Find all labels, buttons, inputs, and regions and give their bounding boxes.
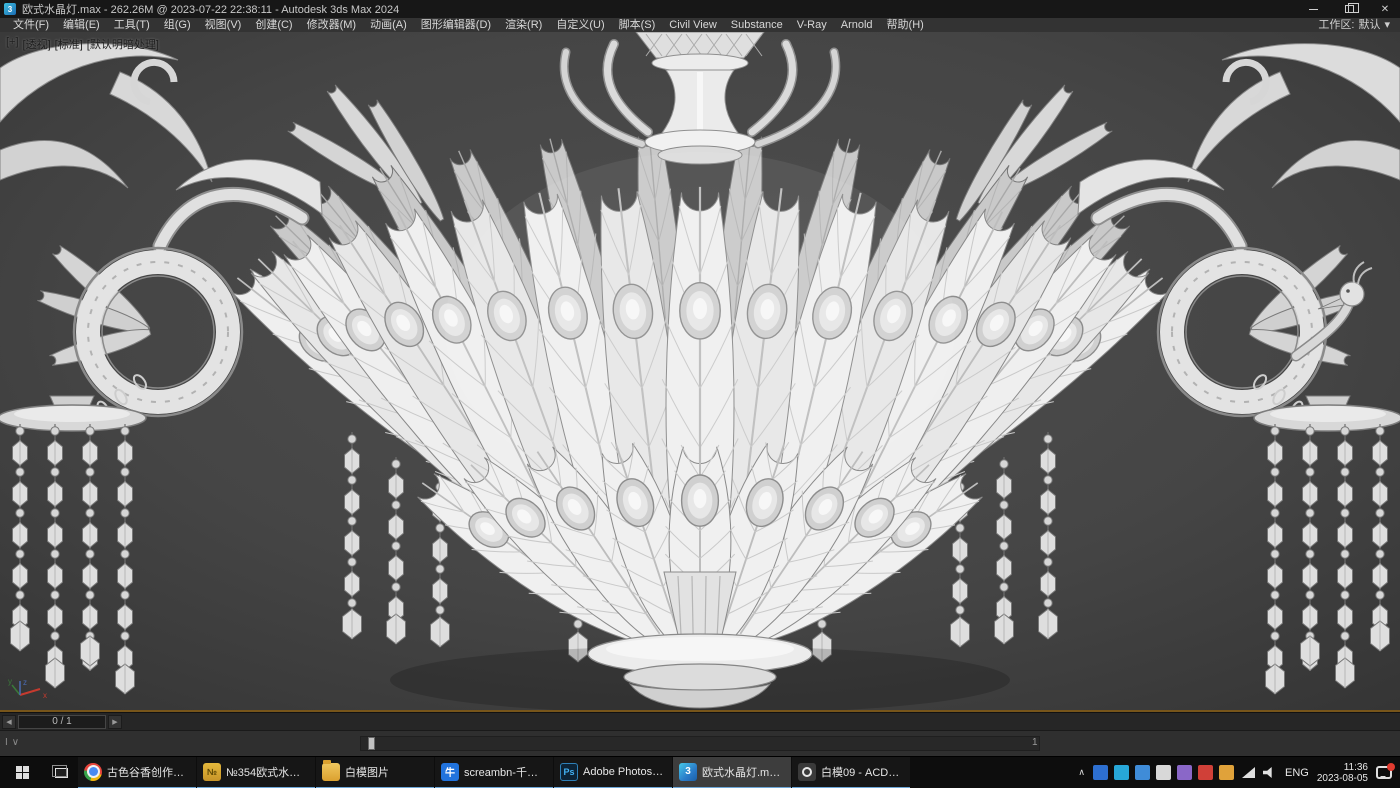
time-slider-bar: ◀ 0 / 1 ▶ bbox=[0, 712, 1400, 730]
next-frame-button[interactable]: ▶ bbox=[108, 715, 122, 729]
clock-date: 2023-08-05 bbox=[1317, 773, 1368, 784]
menu-item-13[interactable]: Substance bbox=[724, 18, 790, 32]
folder-icon bbox=[322, 763, 340, 781]
trackbar-filter-button[interactable]: ∨ bbox=[12, 737, 19, 748]
taskbar-app-photoshop[interactable]: Ps Adobe Photosho... bbox=[554, 757, 672, 788]
menu-item-7[interactable]: 动画(A) bbox=[363, 18, 414, 32]
perspective-viewport[interactable]: [+] [透视] [标准] [默认明暗处理] x y z bbox=[0, 32, 1400, 710]
time-slider-handle[interactable] bbox=[368, 737, 375, 750]
system-tray: ∧ ENG 11:36 2023-08-05 bbox=[1078, 762, 1400, 784]
task-view-button[interactable] bbox=[44, 757, 78, 788]
taskbar-app-label: screambn-千牛工... bbox=[464, 764, 547, 780]
network-icon[interactable] bbox=[1242, 767, 1255, 778]
trackbar-tools: I ∨ bbox=[5, 737, 19, 748]
3dsmax-icon: 3 bbox=[679, 763, 697, 781]
taskbar-app-folder[interactable]: 白模图片 bbox=[316, 757, 434, 788]
restore-icon bbox=[1345, 5, 1354, 13]
taskbar-app-label: 白模图片 bbox=[345, 764, 389, 780]
notes-icon: № bbox=[203, 763, 221, 781]
menu-item-12[interactable]: Civil View bbox=[662, 18, 723, 32]
title-bar: 3 欧式水晶灯.max - 262.26M @ 2023-07-22 22:38… bbox=[0, 0, 1400, 18]
clock-time: 11:36 bbox=[1317, 762, 1368, 773]
close-button[interactable]: ✕ bbox=[1370, 0, 1400, 18]
taskbar-app-3dsmax[interactable]: 3 欧式水晶灯.max - ... bbox=[673, 757, 791, 788]
messages-icon[interactable] bbox=[1376, 766, 1392, 779]
menu-item-8[interactable]: 图形编辑器(D) bbox=[414, 18, 498, 32]
menu-item-3[interactable]: 组(G) bbox=[157, 18, 198, 32]
tray-icon-3[interactable] bbox=[1135, 765, 1150, 780]
taskbar-app-label: Adobe Photosho... bbox=[583, 766, 666, 778]
windows-logo-icon bbox=[16, 766, 29, 779]
tray-icon-5[interactable] bbox=[1177, 765, 1192, 780]
workspace-caret-icon: ▾ bbox=[1384, 18, 1390, 32]
taskbar-app-chrome[interactable]: 古色谷香创作者主... bbox=[78, 757, 196, 788]
tray-icons bbox=[1093, 765, 1234, 780]
tray-icon-7[interactable] bbox=[1219, 765, 1234, 780]
taskbar-app-label: №354欧式水晶灯... bbox=[226, 764, 309, 780]
menu-item-10[interactable]: 自定义(U) bbox=[549, 18, 611, 32]
viewport-render-chandelier bbox=[0, 32, 1400, 710]
language-indicator[interactable]: ENG bbox=[1285, 767, 1309, 779]
menu-item-14[interactable]: V-Ray bbox=[790, 18, 834, 32]
menu-item-2[interactable]: 工具(T) bbox=[107, 18, 157, 32]
photoshop-icon: Ps bbox=[560, 763, 578, 781]
tray-icon-6[interactable] bbox=[1198, 765, 1213, 780]
axis-z-label: z bbox=[23, 678, 27, 687]
workspace-selector[interactable]: 工作区: 默认 ▾ bbox=[1318, 18, 1394, 32]
menu-item-9[interactable]: 渲染(R) bbox=[498, 18, 549, 32]
taskbar-app-acdsee[interactable]: 白模09 - ACDSee ... bbox=[792, 757, 910, 788]
menu-item-4[interactable]: 视图(V) bbox=[198, 18, 249, 32]
chrome-icon bbox=[84, 763, 102, 781]
menu-item-11[interactable]: 脚本(S) bbox=[612, 18, 663, 32]
menu-item-15[interactable]: Arnold bbox=[834, 18, 880, 32]
restore-button[interactable] bbox=[1334, 0, 1364, 18]
qianniu-icon: 牛 bbox=[441, 763, 459, 781]
taskbar-app-label: 古色谷香创作者主... bbox=[107, 764, 190, 780]
3dsmax-window: 3 欧式水晶灯.max - 262.26M @ 2023-07-22 22:38… bbox=[0, 0, 1400, 788]
axis-y-label: y bbox=[8, 677, 12, 686]
notification-badge bbox=[1387, 763, 1395, 771]
menu-items: 文件(F)编辑(E)工具(T)组(G)视图(V)创建(C)修改器(M)动画(A)… bbox=[6, 18, 931, 32]
app-icon-3dsmax: 3 bbox=[4, 3, 16, 15]
hidden-icons-chevron[interactable]: ∧ bbox=[1078, 767, 1085, 778]
axis-x-label: x bbox=[43, 691, 47, 700]
taskbar-app-notes[interactable]: № №354欧式水晶灯... bbox=[197, 757, 315, 788]
world-axis-gizmo: x y z bbox=[8, 676, 60, 704]
viewport-shading-menu[interactable]: [默认明暗处理] bbox=[87, 36, 159, 52]
taskbar-app-qianniu[interactable]: 牛 screambn-千牛工... bbox=[435, 757, 553, 788]
track-bar: I ∨ 1 bbox=[0, 730, 1400, 756]
current-frame-indicator[interactable]: 0 / 1 bbox=[18, 715, 106, 729]
taskbar-clock[interactable]: 11:36 2023-08-05 bbox=[1317, 762, 1368, 784]
open-mini-curve-editor-button[interactable]: I bbox=[5, 737, 8, 748]
workspace-label: 工作区: bbox=[1318, 18, 1354, 32]
acdsee-icon bbox=[798, 763, 816, 781]
menu-item-5[interactable]: 创建(C) bbox=[248, 18, 299, 32]
menu-bar: 文件(F)编辑(E)工具(T)组(G)视图(V)创建(C)修改器(M)动画(A)… bbox=[0, 18, 1400, 32]
menu-item-6[interactable]: 修改器(M) bbox=[300, 18, 364, 32]
end-frame-label: 1 bbox=[1032, 737, 1038, 748]
start-button[interactable] bbox=[0, 757, 44, 788]
minimize-icon bbox=[1309, 9, 1318, 10]
taskbar-apps: 古色谷香创作者主... № №354欧式水晶灯... 白模图片 牛 screambn-千牛… bbox=[78, 757, 911, 788]
menu-item-1[interactable]: 编辑(E) bbox=[56, 18, 107, 32]
volume-icon[interactable] bbox=[1263, 767, 1277, 779]
tray-icon-4[interactable] bbox=[1156, 765, 1171, 780]
tray-icon-2[interactable] bbox=[1114, 765, 1129, 780]
tray-icon-1[interactable] bbox=[1093, 765, 1108, 780]
viewport-general-menu[interactable]: [+] bbox=[6, 36, 19, 52]
previous-frame-button[interactable]: ◀ bbox=[2, 715, 16, 729]
minimize-button[interactable] bbox=[1298, 0, 1328, 18]
workspace-value: 默认 bbox=[1358, 18, 1380, 32]
window-title: 欧式水晶灯.max - 262.26M @ 2023-07-22 22:38:1… bbox=[22, 1, 399, 17]
viewport-pov-menu[interactable]: [透视] bbox=[23, 36, 51, 52]
task-view-icon bbox=[55, 768, 68, 778]
menu-item-16[interactable]: 帮助(H) bbox=[880, 18, 931, 32]
taskbar-app-label: 白模09 - ACDSee ... bbox=[821, 764, 904, 780]
trackbar-groove[interactable] bbox=[360, 736, 1040, 751]
taskbar-app-label: 欧式水晶灯.max - ... bbox=[702, 764, 785, 780]
viewport-standard-menu[interactable]: [标准] bbox=[55, 36, 83, 52]
viewport-label-menus: [+] [透视] [标准] [默认明暗处理] bbox=[6, 36, 159, 52]
menu-item-0[interactable]: 文件(F) bbox=[6, 18, 56, 32]
windows-taskbar: 古色谷香创作者主... № №354欧式水晶灯... 白模图片 牛 screambn-千牛… bbox=[0, 756, 1400, 788]
